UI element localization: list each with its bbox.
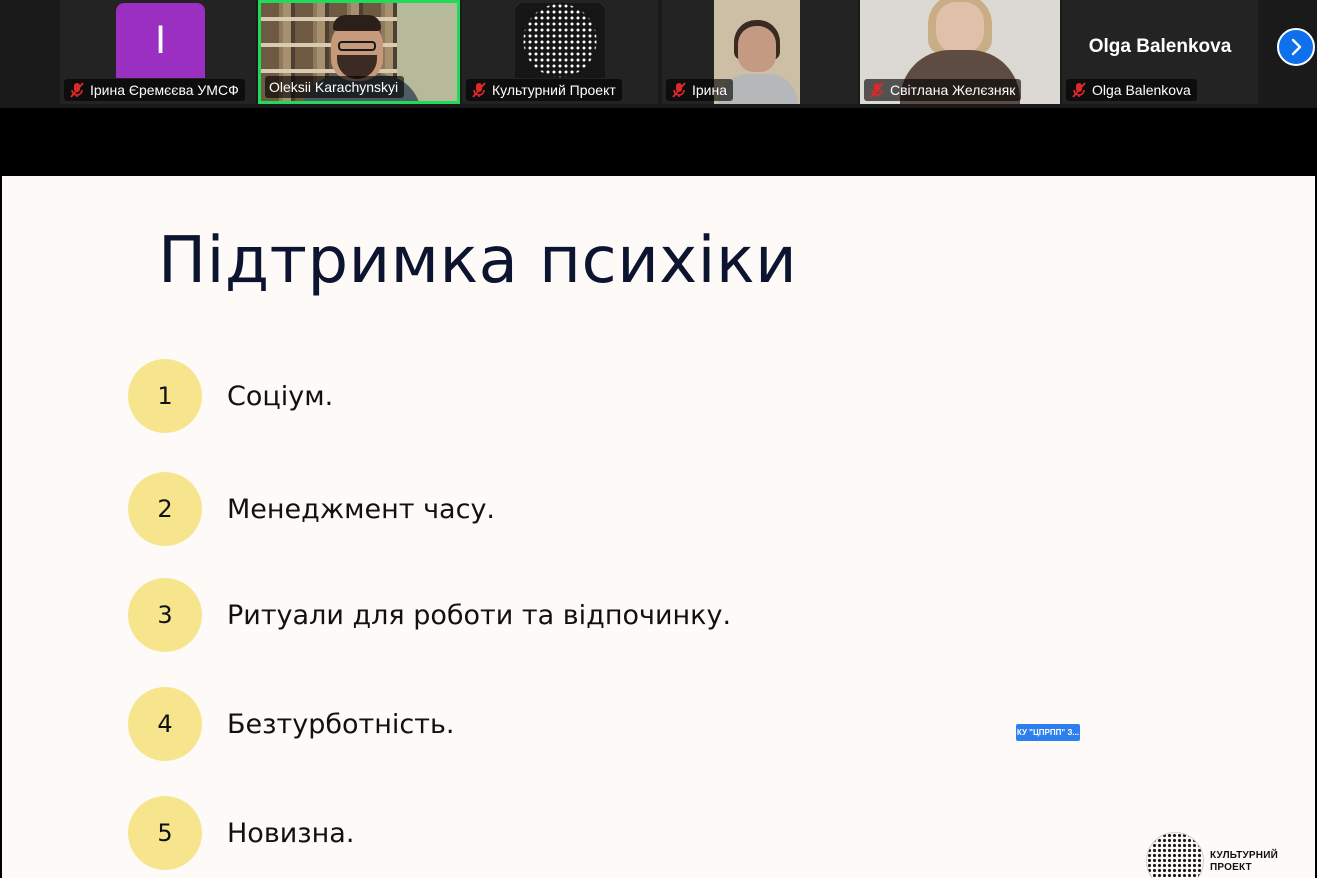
participant-name: Ірина Єремєєва УМСФ [90, 82, 239, 98]
item-number-badge: 4 [128, 687, 202, 761]
list-item: 4 Безтурботність. [128, 687, 454, 761]
participant-name: Світлана Желєзняк [890, 82, 1016, 98]
participant-tile[interactable]: Ірина [662, 0, 858, 104]
next-participants-button[interactable] [1277, 28, 1315, 66]
microphone-muted-icon [472, 82, 486, 98]
participant-name: Olga Balenkova [1092, 82, 1191, 98]
microphone-muted-icon [870, 82, 884, 98]
brand-line: ПРОЕКТ [1210, 862, 1252, 873]
microphone-muted-icon [70, 82, 84, 98]
brand-dot-mark [1146, 832, 1204, 878]
brand-line: КУЛЬТУРНИЙ [1210, 850, 1278, 861]
participant-tile-active[interactable]: Oleksii Karachynskyi [258, 0, 460, 104]
participant-name-bar: Ірина Єремєєва УМСФ [64, 79, 245, 101]
item-text: Соціум. [227, 380, 334, 412]
item-text: Безтурботність. [227, 708, 455, 740]
item-text: Менеджмент часу. [227, 493, 496, 525]
item-number-badge: 1 [128, 359, 202, 433]
participant-name-bar: Oleksii Karachynskyi [265, 76, 405, 98]
shared-screen-slide: Підтримка психіки 1 Соціум. 2 Менеджмент… [2, 176, 1315, 878]
item-text: Ритуали для роботи та відпочинку. [227, 599, 732, 631]
item-number-badge: 2 [128, 472, 202, 546]
participant-tile[interactable]: Культурний Проект [462, 0, 658, 104]
item-number-badge: 5 [128, 796, 202, 870]
brand-text: КУЛЬТУРНИЙ ПРОЕКТ [1210, 850, 1278, 874]
participant-display-name: Olga Balenkova [1088, 36, 1232, 57]
participant-name-bar: Світлана Желєзняк [864, 79, 1022, 101]
list-item: 5 Новизна. [128, 796, 354, 870]
participant-tile[interactable]: I Ірина Єремєєва УМСФ [60, 0, 256, 104]
participant-tile[interactable]: Світлана Желєзняк [860, 0, 1060, 104]
chevron-right-icon [1291, 38, 1302, 56]
list-item: 2 Менеджмент часу. [128, 472, 495, 546]
participant-name: Oleksii Karachynskyi [269, 79, 399, 95]
microphone-muted-icon [672, 82, 686, 98]
slide-title: Підтримка психіки [158, 224, 798, 298]
list-item: 1 Соціум. [128, 359, 333, 433]
logo-avatar [515, 3, 605, 78]
participant-name-bar: Ірина [666, 79, 734, 101]
participant-tile[interactable]: Olga Balenkova Olga Balenkova [1062, 0, 1258, 104]
avatar: I [116, 3, 205, 78]
brand-logo: КУЛЬТУРНИЙ ПРОЕКТ [1146, 832, 1278, 878]
annotator-name-tag: КУ "ЦПРПП" З... [1016, 724, 1080, 741]
list-item: 3 Ритуали для роботи та відпочинку. [128, 578, 731, 652]
participant-name: Культурний Проект [492, 82, 616, 98]
item-number-badge: 3 [128, 578, 202, 652]
participant-name: Ірина [692, 82, 728, 98]
item-text: Новизна. [227, 817, 355, 849]
participant-name-bar: Olga Balenkova [1066, 79, 1197, 101]
participant-strip: I Ірина Єремєєва УМСФ Oleksii Karachynsk [0, 0, 1317, 108]
participant-name-bar: Культурний Проект [466, 79, 622, 101]
microphone-muted-icon [1072, 82, 1086, 98]
